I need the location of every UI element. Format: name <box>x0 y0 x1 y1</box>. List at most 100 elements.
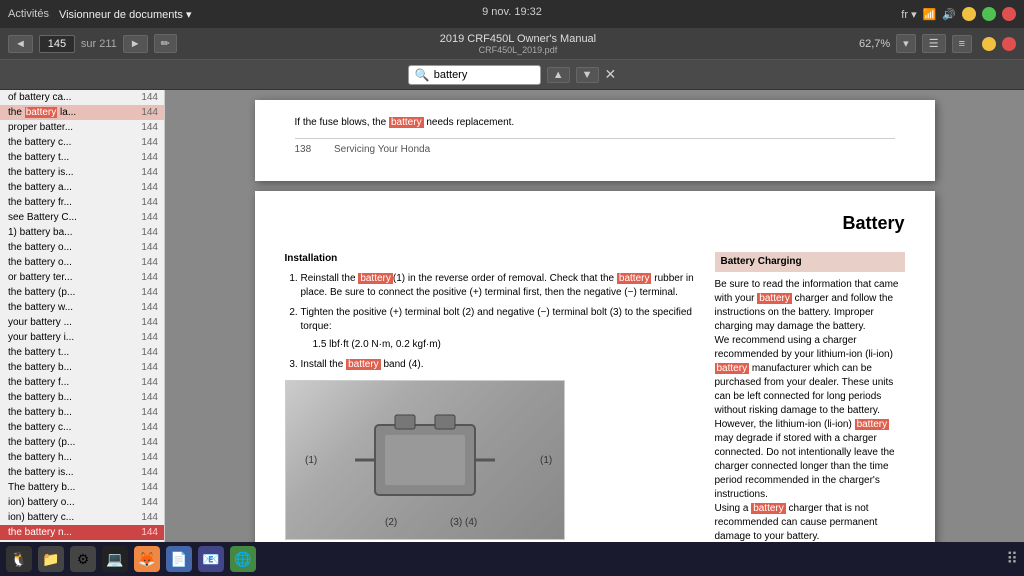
battery-diagram-svg: (1) (1) (3) (4) (2) <box>295 385 555 535</box>
sidebar-item-17[interactable]: the battery t...144 <box>0 345 164 360</box>
menu-bar: Activités Visionneur de documents ▾ 9 no… <box>0 0 1024 28</box>
sidebar-item-16[interactable]: your battery i...144 <box>0 330 164 345</box>
battery-hl-3: battery <box>346 359 381 370</box>
sidebar-item-26[interactable]: The battery b...144 <box>0 480 164 495</box>
sidebar-item-14[interactable]: the battery w...144 <box>0 300 164 315</box>
menu-left: Activités Visionneur de documents ▾ <box>8 8 191 21</box>
content-two-col: Installation Reinstall the battery(1) in… <box>285 252 905 542</box>
sidebar: of battery ca...144 the battery la...144… <box>0 90 165 542</box>
taskbar-icon-mail[interactable]: 📧 <box>198 546 224 572</box>
date-time: 9 nov. 19:32 <box>482 6 542 18</box>
minimize-button[interactable] <box>962 7 976 21</box>
taskbar-icon-files[interactable]: 📁 <box>38 546 64 572</box>
sidebar-item-6[interactable]: the battery a...144 <box>0 180 164 195</box>
sidebar-item-19[interactable]: the battery f...144 <box>0 375 164 390</box>
sidebar-item-11[interactable]: the battery o...144 <box>0 255 164 270</box>
sidebar-item-4[interactable]: the battery t...144 <box>0 150 164 165</box>
taskbar: 🐧 📁 ⚙ 💻 🦊 📄 📧 🌐 ⠿ <box>0 542 1024 576</box>
sidebar-item-25[interactable]: the battery is...144 <box>0 465 164 480</box>
sidebar-item-1[interactable]: the battery la...144 <box>0 105 164 120</box>
taskbar-icon-web[interactable]: 🌐 <box>230 546 256 572</box>
torque-value: 1.5 lbf·ft (2.0 N·m, 0.2 kgf·m) <box>313 338 705 352</box>
page-section-label: 138 Servicing Your Honda <box>295 138 895 157</box>
step-1: Reinstall the battery(1) in the reverse … <box>301 272 705 300</box>
sidebar-item-9[interactable]: 1) battery ba...144 <box>0 225 164 240</box>
sidebar-item-27[interactable]: ion) battery o...144 <box>0 495 164 510</box>
sidebar-item-15[interactable]: your battery ...144 <box>0 315 164 330</box>
svg-text:(3) (4): (3) (4) <box>450 517 477 528</box>
sidebar-item-13[interactable]: the battery (p...144 <box>0 285 164 300</box>
network-icon: 📶 <box>923 8 937 21</box>
taskbar-icon-system[interactable]: 🐧 <box>6 546 32 572</box>
step-3: Install the battery band (4). <box>301 358 705 372</box>
close-button[interactable] <box>1002 7 1016 21</box>
search-input[interactable] <box>434 69 534 81</box>
close-search-button[interactable]: ✕ <box>605 66 617 83</box>
battery-image: (1) (1) (3) (4) (2) <box>285 380 565 540</box>
svg-text:(1): (1) <box>305 455 317 466</box>
next-page-button[interactable]: ► <box>123 35 148 53</box>
sidebar-item-28[interactable]: ion) battery c...144 <box>0 510 164 525</box>
charging-heading: Battery Charging <box>715 252 905 272</box>
sidebar-item-7[interactable]: the battery fr...144 <box>0 195 164 210</box>
charging-para-3: Using a battery charger that is not reco… <box>715 502 905 542</box>
maximize-button[interactable] <box>982 7 996 21</box>
sidebar-item-5[interactable]: the battery is...144 <box>0 165 164 180</box>
sidebar-item-23[interactable]: the battery (p...144 <box>0 435 164 450</box>
search-input-wrap: 🔍 <box>408 65 541 85</box>
taskbar-icon-settings[interactable]: ⚙ <box>70 546 96 572</box>
prev-page-button[interactable]: ◄ <box>8 35 33 53</box>
settings-button[interactable]: ≡ <box>952 35 972 53</box>
toolbar-close[interactable] <box>1002 37 1016 51</box>
charging-para-1: Be sure to read the information that cam… <box>715 278 905 334</box>
activities-menu[interactable]: Activités <box>8 8 49 20</box>
toolbar-min[interactable] <box>982 37 996 51</box>
sidebar-item-18[interactable]: the battery b...144 <box>0 360 164 375</box>
lang-indicator[interactable]: fr ▾ <box>901 8 916 21</box>
search-icon: 🔍 <box>415 68 430 82</box>
sidebar-item-12[interactable]: or battery ter...144 <box>0 270 164 285</box>
installation-steps: Reinstall the battery(1) in the reverse … <box>285 272 705 372</box>
search-bar: 🔍 ▲ ▼ ✕ <box>0 60 1024 90</box>
sidebar-item-8[interactable]: see Battery C...144 <box>0 210 164 225</box>
window-controls: fr ▾ 📶 🔊 <box>901 7 1016 21</box>
sidebar-item-2[interactable]: proper batter...144 <box>0 120 164 135</box>
installation-col: Installation Reinstall the battery(1) in… <box>285 252 705 542</box>
app-menu[interactable]: Visionneur de documents ▾ <box>59 8 192 21</box>
zoom-menu-button[interactable]: ▾ <box>896 34 916 53</box>
fuse-text: If the fuse blows, the battery needs rep… <box>295 116 895 130</box>
page-total-label: sur 211 <box>81 38 117 50</box>
charging-para-2: We recommend using a charger recommended… <box>715 334 905 502</box>
svg-text:(2): (2) <box>385 517 397 528</box>
sidebar-item-24[interactable]: the battery h...144 <box>0 450 164 465</box>
content-area[interactable]: If the fuse blows, the battery needs rep… <box>165 90 1024 542</box>
sidebar-item-3[interactable]: the battery c...144 <box>0 135 164 150</box>
zoom-level: 62,7% <box>859 38 890 50</box>
volume-icon: 🔊 <box>942 8 956 21</box>
taskbar-icon-terminal[interactable]: 💻 <box>102 546 128 572</box>
page-138: If the fuse blows, the battery needs rep… <box>255 100 935 181</box>
sidebar-item-22[interactable]: the battery c...144 <box>0 420 164 435</box>
installation-title: Installation <box>285 252 705 266</box>
sidebar-item-0[interactable]: of battery ca...144 <box>0 90 164 105</box>
search-up-button[interactable]: ▲ <box>547 67 570 83</box>
sidebar-item-10[interactable]: the battery o...144 <box>0 240 164 255</box>
step-2: Tighten the positive (+) terminal bolt (… <box>301 306 705 352</box>
svg-text:(1): (1) <box>540 455 552 466</box>
charging-col: Battery Charging Be sure to read the inf… <box>715 252 905 542</box>
battery-hl-2: battery <box>617 273 652 284</box>
taskbar-icon-browser[interactable]: 🦊 <box>134 546 160 572</box>
view-menu-button[interactable]: ☰ <box>922 34 946 53</box>
apps-grid-button[interactable]: ⠿ <box>1006 549 1018 569</box>
main-layout: of battery ca...144 the battery la...144… <box>0 90 1024 542</box>
sidebar-item-21[interactable]: the battery b...144 <box>0 405 164 420</box>
sidebar-item-20[interactable]: the battery b...144 <box>0 390 164 405</box>
page-number-input[interactable] <box>39 35 75 53</box>
annotate-button[interactable]: ✏ <box>154 34 177 53</box>
battery-hl-1: battery <box>358 273 393 284</box>
page-144: Battery Installation Reinstall the batte… <box>255 191 935 542</box>
sidebar-item-29[interactable]: the battery n...144 <box>0 525 164 540</box>
taskbar-icon-docviewer[interactable]: 📄 <box>166 546 192 572</box>
document-title: 2019 CRF450L Owner's Manual CRF450L_2019… <box>183 33 853 55</box>
search-down-button[interactable]: ▼ <box>576 67 599 83</box>
